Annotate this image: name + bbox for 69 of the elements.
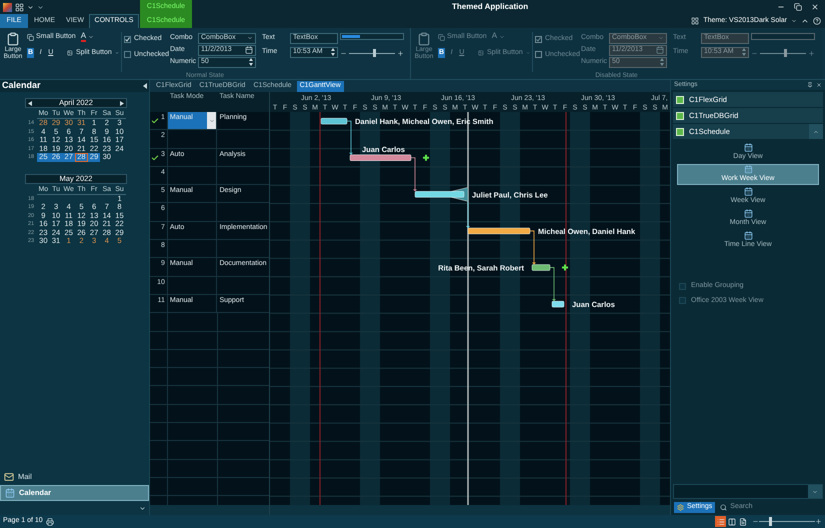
checkbox[interactable] — [124, 51, 131, 58]
spin-arrows-icon[interactable] — [331, 48, 335, 56]
font-color-button[interactable]: A — [80, 32, 86, 42]
dropdown-field[interactable] — [673, 484, 823, 499]
panel-title: Calendar — [2, 80, 41, 92]
restore-icon[interactable] — [794, 3, 802, 11]
view-icon — [716, 518, 724, 526]
spin-arrows-icon[interactable] — [249, 58, 253, 66]
task-bar[interactable] — [320, 118, 348, 124]
slider[interactable] — [349, 49, 395, 57]
horizontal-scrollbar[interactable] — [270, 505, 670, 515]
task-bar[interactable] — [552, 300, 564, 308]
zoom-slider[interactable] — [759, 517, 815, 526]
caret-icon[interactable] — [791, 18, 797, 24]
caret-icon[interactable] — [27, 4, 34, 10]
zoom-out-icon[interactable] — [752, 518, 759, 525]
view-icon — [728, 518, 736, 526]
clipboard-icon — [417, 32, 431, 46]
envelope-icon — [4, 472, 14, 482]
task-bar[interactable] — [532, 264, 550, 271]
previous-month-icon[interactable] — [28, 100, 32, 106]
add-icon[interactable] — [562, 264, 568, 271]
view-button[interactable] — [726, 516, 737, 527]
view-icon — [738, 518, 746, 526]
calendar-icon — [744, 208, 752, 218]
more-icon[interactable] — [139, 504, 146, 512]
calendar-icon — [744, 165, 752, 174]
printer-icon[interactable] — [46, 518, 54, 526]
zoom-in-icon[interactable] — [397, 50, 404, 56]
dependency-arrow — [410, 157, 417, 192]
dropdown-button[interactable] — [207, 112, 216, 130]
check-icon — [151, 117, 159, 125]
search-icon — [720, 504, 728, 511]
dependency-arrow — [346, 120, 353, 155]
calendar-icon — [5, 488, 15, 498]
horizontal-scrollbar[interactable] — [150, 505, 270, 515]
pin-icon[interactable] — [807, 82, 813, 88]
checkbox[interactable] — [679, 297, 686, 304]
collapse-ribbon-icon[interactable] — [801, 17, 809, 25]
picture-icon — [67, 48, 73, 57]
checkbox[interactable] — [124, 36, 131, 43]
customize-icon[interactable] — [37, 4, 44, 10]
slider-thumb[interactable] — [372, 49, 376, 57]
help-icon[interactable] — [813, 17, 821, 25]
app-icon[interactable] — [3, 2, 12, 12]
clipboard-icon — [6, 32, 20, 46]
zoom-in-icon[interactable] — [815, 518, 822, 525]
close-icon[interactable] — [811, 3, 819, 11]
layout-icon[interactable] — [15, 2, 24, 12]
check-icon — [151, 154, 159, 162]
window-title: Themed Application — [452, 1, 528, 13]
calendar-icon — [744, 186, 752, 196]
dependency-arrow — [530, 230, 536, 265]
next-month-icon[interactable] — [120, 100, 124, 106]
task-bar[interactable] — [414, 191, 464, 198]
calendar-icon — [744, 230, 752, 240]
copy-icon — [438, 34, 445, 41]
close-icon[interactable] — [816, 82, 822, 88]
dependency-arrow — [550, 267, 556, 302]
checkbox[interactable] — [679, 282, 686, 290]
slider-thumb[interactable] — [768, 517, 772, 526]
view-button[interactable] — [737, 516, 748, 527]
copy-icon — [27, 34, 34, 41]
theme-icon — [691, 17, 700, 25]
calendar-icon — [744, 142, 752, 152]
settings-icon — [677, 504, 684, 511]
collapse-icon[interactable] — [143, 83, 147, 89]
picture-icon — [478, 48, 484, 57]
add-icon[interactable] — [423, 154, 429, 161]
